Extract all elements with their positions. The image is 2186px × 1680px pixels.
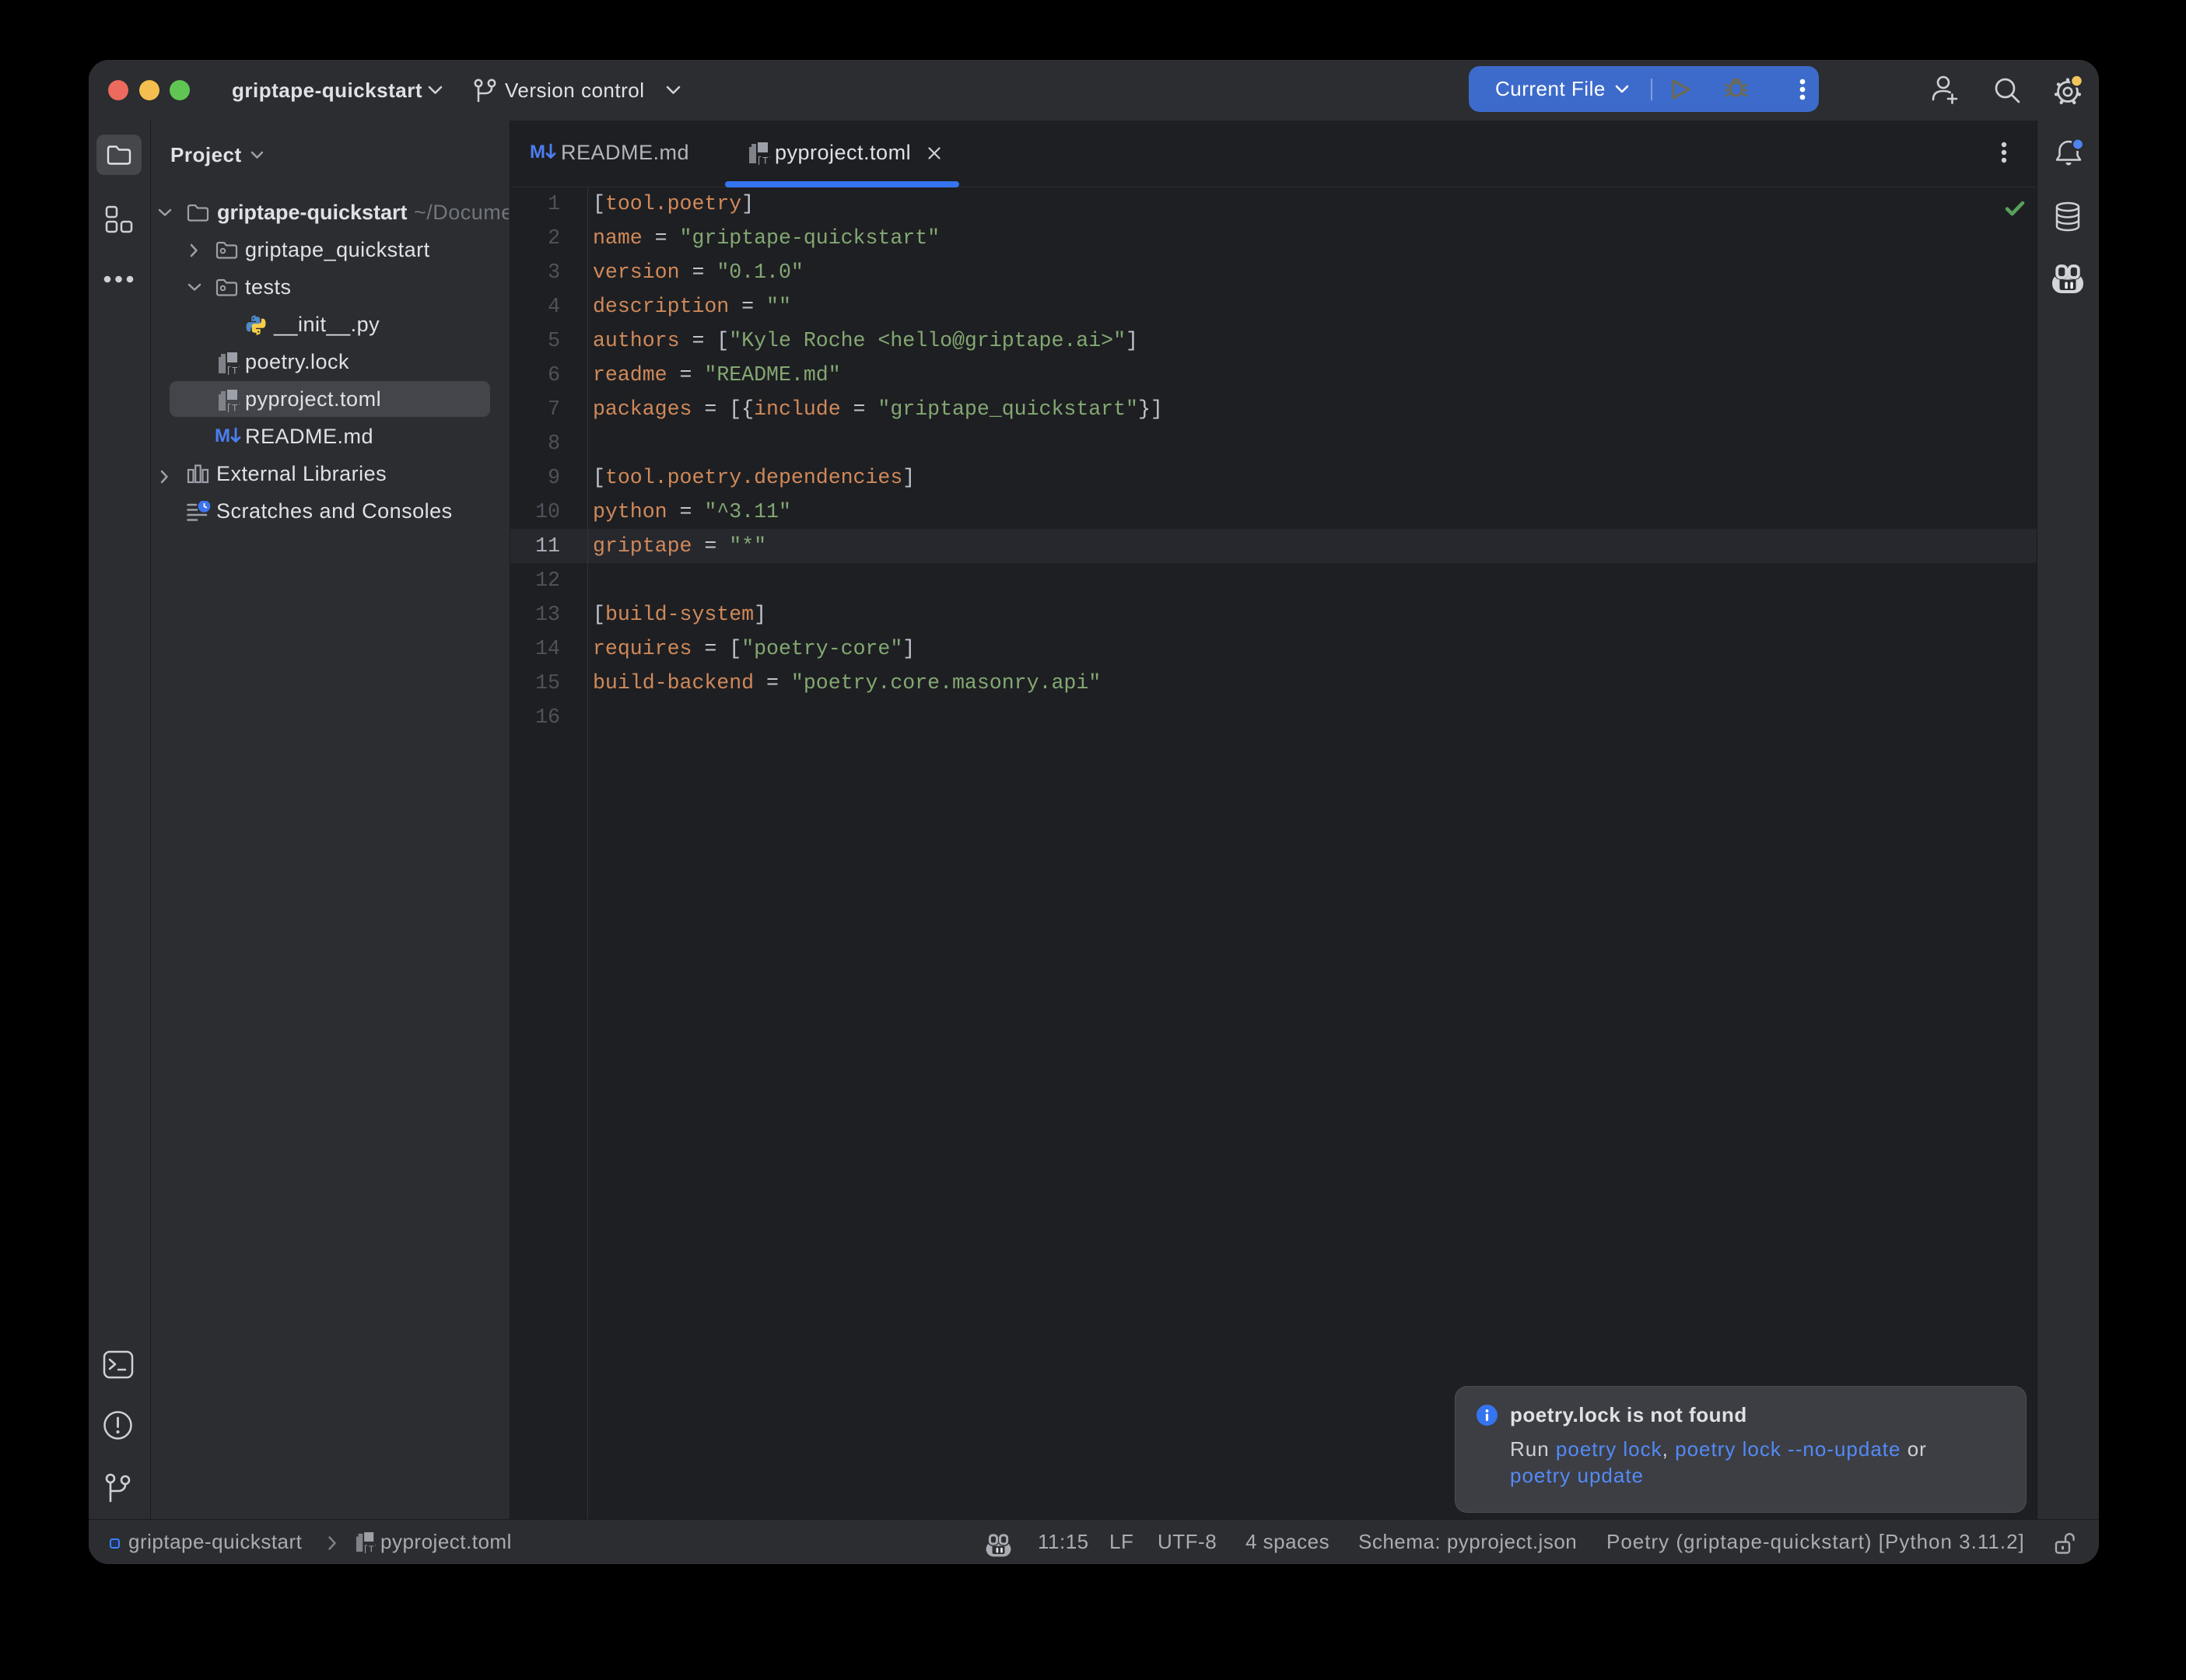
svg-text:[T]: [T]	[757, 156, 771, 166]
svg-text:[T]: [T]	[363, 1545, 376, 1554]
svg-text:[T]: [T]	[226, 366, 240, 376]
svg-text:[T]: [T]	[226, 404, 240, 413]
